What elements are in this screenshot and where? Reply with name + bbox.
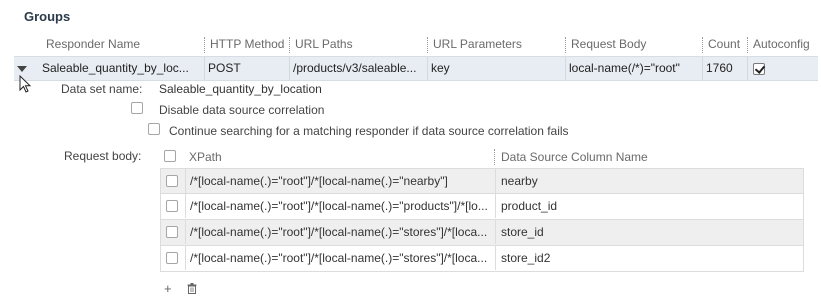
cell-divider [565, 57, 566, 80]
xpath-cell[interactable]: /*[local-name(.)="root"]/*[local-name(.)… [185, 220, 495, 244]
groups-title: Groups [24, 9, 71, 24]
cell-divider [289, 57, 290, 80]
column-divider[interactable] [427, 37, 428, 53]
column-divider[interactable] [747, 37, 748, 53]
column-divider[interactable] [565, 37, 566, 53]
column-name-cell[interactable]: nearby [495, 169, 803, 193]
expand-collapse-icon[interactable] [17, 66, 27, 72]
row-checkbox[interactable] [166, 200, 178, 212]
responder-name-cell: Saleable_quantity_by_loc... [42, 61, 189, 75]
request-body-cell: local-name(/*)="root" [569, 61, 680, 75]
column-divider[interactable] [494, 149, 495, 165]
continue-searching-label: Continue searching for a matching respon… [169, 124, 569, 138]
column-divider[interactable] [204, 37, 205, 53]
column-name-cell[interactable]: store_id2 [495, 246, 803, 270]
url-parameters-cell: key [431, 61, 450, 75]
select-all-checkbox[interactable] [164, 150, 176, 162]
row-checkbox[interactable] [166, 175, 178, 187]
cell-divider [427, 57, 428, 80]
table-row[interactable]: /*[local-name(.)="root"]/*[local-name(.)… [160, 168, 804, 194]
row-checkbox[interactable] [166, 226, 178, 238]
continue-searching-checkbox[interactable] [148, 123, 160, 135]
disable-correlation-checkbox[interactable] [131, 102, 143, 114]
column-header-url-paths[interactable]: URL Paths [293, 33, 423, 55]
table-row[interactable]: /*[local-name(.)="root"]/*[local-name(.)… [160, 194, 804, 220]
cell-divider [747, 57, 748, 80]
table-row[interactable]: /*[local-name(.)="root"]/*[local-name(.)… [160, 220, 804, 246]
column-header-count[interactable]: Count [706, 33, 746, 55]
cell-divider [204, 57, 205, 80]
url-paths-cell: /products/v3/saleable... [293, 61, 417, 75]
request-body-table-header: XPath Data Source Column Name [160, 147, 804, 167]
column-name-cell[interactable]: product_id [495, 194, 803, 218]
column-name-cell[interactable]: store_id [495, 220, 803, 244]
data-set-name-value: Saleable_quantity_by_location [159, 82, 322, 96]
xpath-cell[interactable]: /*[local-name(.)="root"]/*[local-name(.)… [185, 194, 495, 218]
mouse-cursor-icon [19, 75, 32, 93]
column-header-autoconfig[interactable]: Autoconfig [751, 33, 817, 55]
cell-divider [702, 57, 703, 80]
column-divider[interactable] [289, 37, 290, 53]
add-icon[interactable]: + [164, 281, 172, 296]
column-header-responder-name[interactable]: Responder Name [44, 33, 202, 55]
column-divider[interactable] [702, 37, 703, 53]
column-header-http-method[interactable]: HTTP Method [208, 33, 288, 55]
column-header-data-source-column[interactable]: Data Source Column Name [501, 150, 648, 164]
xpath-cell[interactable]: /*[local-name(.)="root"]/*[local-name(.)… [185, 246, 495, 270]
responder-table-header: Responder Name HTTP Method URL Paths URL… [14, 33, 818, 55]
trash-icon[interactable] [187, 283, 197, 294]
autoconfig-checkbox[interactable] [753, 63, 765, 75]
disable-correlation-label: Disable data source correlation [159, 103, 325, 117]
http-method-cell: POST [208, 61, 241, 75]
data-set-name-label: Data set name: [61, 82, 143, 96]
request-body-label: Request body: [64, 149, 142, 163]
table-row[interactable]: /*[local-name(.)="root"]/*[local-name(.)… [160, 246, 804, 272]
responder-row[interactable]: Saleable_quantity_by_loc... POST /produc… [14, 56, 818, 81]
row-checkbox[interactable] [166, 252, 178, 264]
xpath-cell[interactable]: /*[local-name(.)="root"]/*[local-name(.)… [185, 169, 495, 193]
column-header-url-parameters[interactable]: URL Parameters [431, 33, 561, 55]
count-cell: 1760 [706, 61, 733, 75]
column-header-request-body[interactable]: Request Body [569, 33, 699, 55]
column-header-xpath[interactable]: XPath [189, 150, 222, 164]
